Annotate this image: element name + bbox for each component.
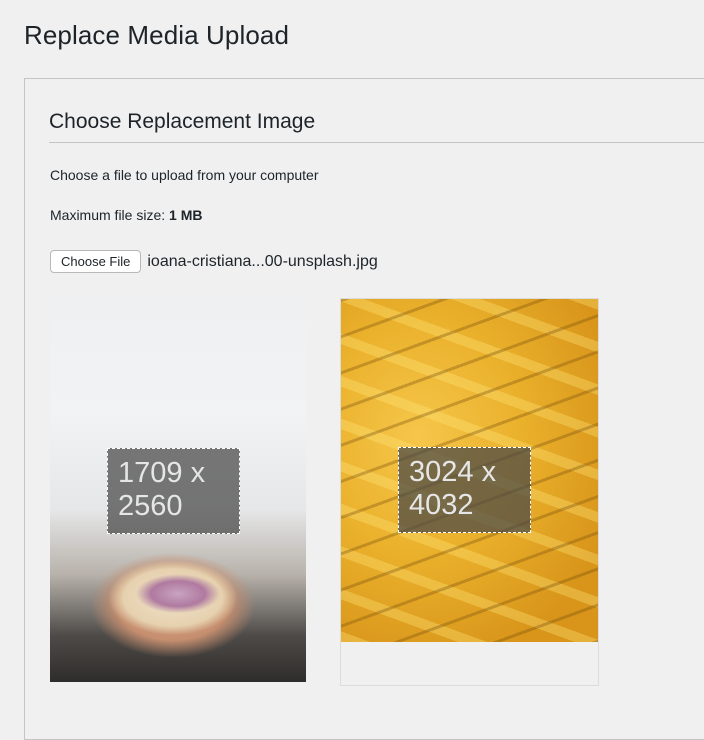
replacement-image-frame: 3024 x 4032	[340, 298, 599, 686]
section-title: Choose Replacement Image	[49, 110, 316, 133]
section-divider	[49, 142, 704, 143]
current-image-width: 1709 x	[118, 457, 206, 489]
selected-file-name: ioana-cristiana...00-unsplash.jpg	[147, 252, 378, 270]
choose-file-button[interactable]: Choose File	[50, 250, 142, 273]
file-input-row: Choose File ioana-cristiana...00-unsplas…	[50, 250, 378, 273]
replacement-image-height: 4032	[409, 489, 474, 521]
upload-description: Choose a file to upload from your comput…	[50, 167, 319, 183]
max-file-size-value: 1 MB	[169, 207, 203, 223]
replacement-image-preview: 3024 x 4032	[341, 299, 598, 642]
replacement-image-dimensions: 3024 x 4032	[398, 447, 531, 533]
page-title: Replace Media Upload	[24, 20, 290, 50]
current-image-dimensions: 1709 x 2560	[107, 448, 240, 534]
replacement-panel: Choose Replacement Image Choose a file t…	[24, 78, 704, 740]
replacement-image-width: 3024 x	[409, 456, 497, 488]
max-file-size: Maximum file size: 1 MB	[50, 207, 202, 223]
current-image-height: 2560	[118, 490, 183, 522]
current-image-preview: 1709 x 2560	[50, 298, 306, 682]
max-file-size-label: Maximum file size:	[50, 207, 170, 223]
